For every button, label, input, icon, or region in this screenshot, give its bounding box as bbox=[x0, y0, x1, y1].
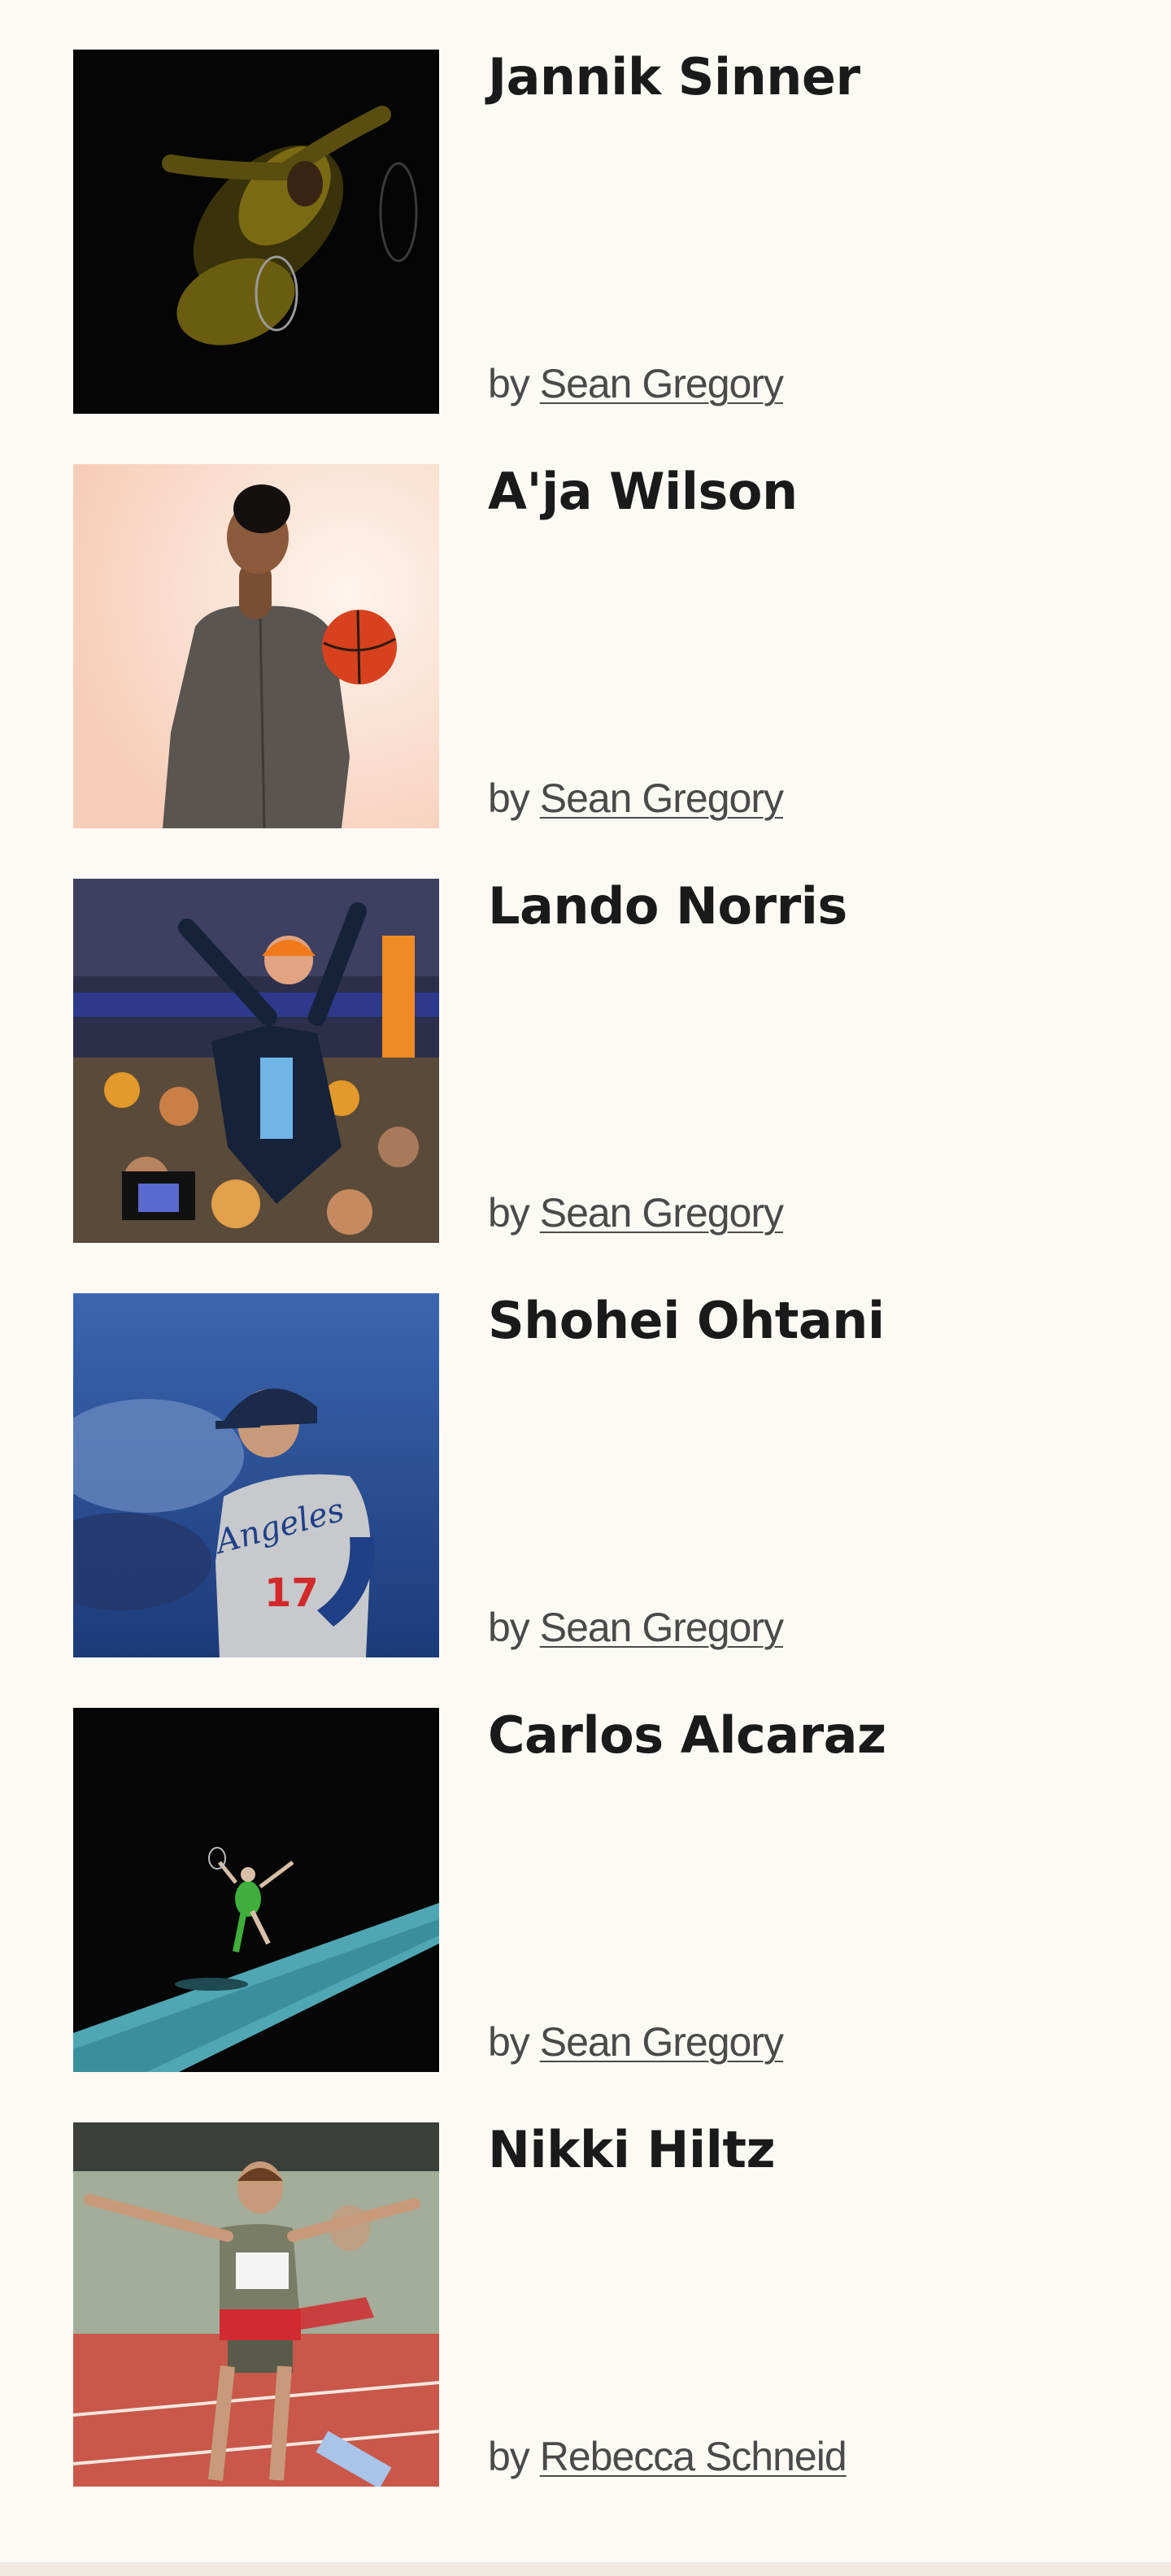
byline: by Sean Gregory bbox=[488, 360, 784, 407]
byline: by Sean Gregory bbox=[488, 2018, 784, 2066]
byline: by Sean Gregory bbox=[488, 1189, 784, 1236]
list-item: A'ja Wilson by Sean Gregory bbox=[73, 463, 1098, 828]
byline-prefix: by bbox=[488, 361, 530, 406]
byline-prefix: by bbox=[488, 775, 530, 821]
byline-prefix: by bbox=[488, 2019, 530, 2065]
shohei-ohtani-photo: Angeles 17 bbox=[73, 1293, 439, 1657]
article-info: Carlos Alcaraz by Sean Gregory bbox=[488, 1707, 1098, 2072]
svg-text:17: 17 bbox=[264, 1570, 319, 1616]
article-title[interactable]: Jannik Sinner bbox=[488, 49, 860, 105]
footer-divider bbox=[0, 2562, 1171, 2576]
article-thumbnail[interactable] bbox=[73, 464, 439, 828]
list-item: Nikki Hiltz by Rebecca Schneid bbox=[73, 2122, 1098, 2487]
list-item: Carlos Alcaraz by Sean Gregory bbox=[73, 1707, 1098, 2072]
article-title[interactable]: Carlos Alcaraz bbox=[488, 1707, 886, 1763]
list-item: Lando Norris by Sean Gregory bbox=[73, 878, 1098, 1243]
author-link[interactable]: Sean Gregory bbox=[540, 1605, 784, 1650]
byline: by Sean Gregory bbox=[488, 1604, 784, 1651]
article-info: A'ja Wilson by Sean Gregory bbox=[488, 463, 1098, 828]
article-list: Jannik Sinner by Sean Gregory A'ja Wilso… bbox=[73, 49, 1098, 2537]
author-link[interactable]: Sean Gregory bbox=[540, 2019, 784, 2065]
author-link[interactable]: Rebecca Schneid bbox=[540, 2434, 847, 2479]
byline-prefix: by bbox=[488, 1190, 530, 1236]
article-thumbnail[interactable]: Angeles 17 bbox=[73, 1293, 439, 1657]
byline-prefix: by bbox=[488, 2434, 530, 2479]
byline: by Rebecca Schneid bbox=[488, 2433, 847, 2480]
list-item: Jannik Sinner by Sean Gregory bbox=[73, 49, 1098, 414]
nikki-hiltz-photo bbox=[73, 2122, 439, 2487]
article-title[interactable]: A'ja Wilson bbox=[488, 463, 798, 519]
author-link[interactable]: Sean Gregory bbox=[540, 361, 784, 406]
lando-norris-photo bbox=[73, 879, 439, 1243]
article-thumbnail[interactable] bbox=[73, 879, 439, 1243]
article-thumbnail[interactable] bbox=[73, 2122, 439, 2487]
article-info: Nikki Hiltz by Rebecca Schneid bbox=[488, 2122, 1098, 2487]
author-link[interactable]: Sean Gregory bbox=[540, 1190, 784, 1236]
article-title[interactable]: Nikki Hiltz bbox=[488, 2122, 776, 2178]
article-info: Shohei Ohtani by Sean Gregory bbox=[488, 1292, 1098, 1657]
byline-prefix: by bbox=[488, 1605, 530, 1650]
article-title[interactable]: Shohei Ohtani bbox=[488, 1292, 885, 1349]
article-title[interactable]: Lando Norris bbox=[488, 878, 847, 934]
byline: by Sean Gregory bbox=[488, 775, 784, 822]
article-info: Jannik Sinner by Sean Gregory bbox=[488, 49, 1098, 414]
author-link[interactable]: Sean Gregory bbox=[540, 775, 784, 821]
carlos-alcaraz-photo bbox=[73, 1708, 439, 2072]
article-thumbnail[interactable] bbox=[73, 50, 439, 414]
list-item: Angeles 17 Shohei Ohtani by Sean Gregory bbox=[73, 1292, 1098, 1657]
article-info: Lando Norris by Sean Gregory bbox=[488, 878, 1098, 1243]
article-thumbnail[interactable] bbox=[73, 1708, 439, 2072]
jannik-sinner-photo bbox=[73, 50, 439, 414]
aja-wilson-photo bbox=[73, 464, 439, 828]
